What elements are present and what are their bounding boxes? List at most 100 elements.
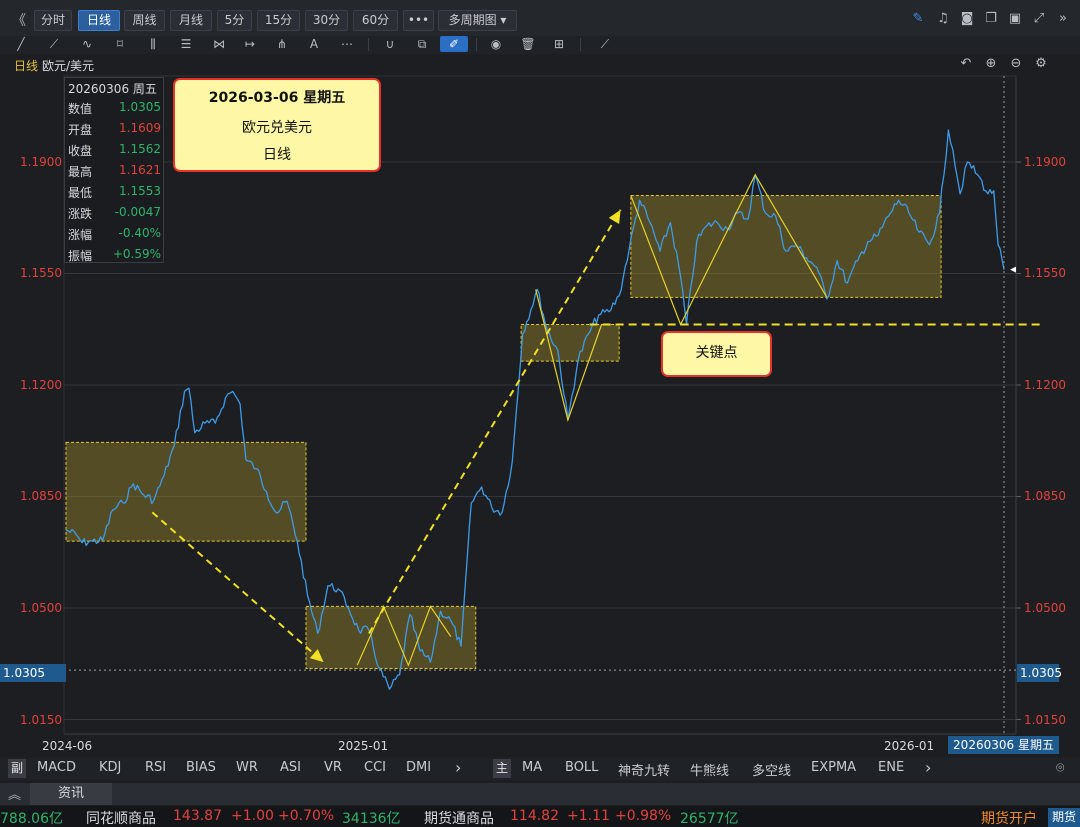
x-tick-label: 2025-01 [338,739,389,753]
indicator-tab-wr[interactable]: WR [236,760,258,775]
info-key: 涨跌 [68,207,93,221]
y-tick-label-right: 1.0850 [1024,489,1066,503]
chart-grid [63,75,1021,735]
indicator-tab-expma[interactable]: EXPMA [811,760,856,775]
info-row: 收盘 1.1562 [68,142,161,162]
info-value: -0.40% [118,226,161,240]
consolidation-box [65,441,307,542]
plot-area [63,75,1017,735]
indicator-tab-td9[interactable]: 神奇九转 [618,760,670,779]
quote-info-panel: 20260306 周五 数值 1.0305 开盘 1.1609 收盘 1.1562 最高 1.… [64,77,164,263]
chart-title: 日线 欧元/美元 [14,57,94,74]
y-tick-label-left: 1.0500 [20,601,62,615]
indicator-tab-bias[interactable]: BIAS [186,760,216,775]
more-main-indicators-icon[interactable]: › [925,758,931,777]
ticker-name[interactable]: 期货通商品 [424,808,494,827]
info-value: 1.1621 [119,163,161,177]
info-key: 涨幅 [68,228,93,242]
info-row: 涨幅 -0.40% [68,226,161,246]
expand-up-icon[interactable]: ︽ [8,784,21,803]
ticker-volume: 26577亿 [680,811,739,827]
consolidation-box [520,323,620,362]
news-bar: ︽ 资讯 [0,783,1080,805]
info-value: 1.0305 [119,100,161,114]
indicator-tab-dmi[interactable]: DMI [406,760,431,775]
ticker-change-pct: +0.70% [278,808,335,824]
ticker-change: +1.00 [231,808,274,824]
ticker-name[interactable]: 同花顺商品 [86,808,156,827]
info-row: 最低 1.1553 [68,184,161,204]
ticker-change: +1.11 [567,808,610,824]
info-value: 1.1562 [119,142,161,156]
y-tick-label-left: 1.0850 [20,489,62,503]
y-tick-label-left: 1.1550 [20,266,62,280]
info-row: 振幅 +0.59% [68,247,161,267]
x-tick-label: 2024-06 [42,739,93,753]
undo-icon[interactable]: ↶ [957,56,975,72]
more-sub-indicators-icon[interactable]: › [455,758,461,777]
y-tick-label-right: 1.0500 [1024,601,1066,615]
info-value: -0.0047 [114,205,161,219]
y-tick-label-right: 1.1200 [1024,378,1066,392]
callout-date-line: 2026-03-06 星期五 [208,90,346,106]
chart-period-label: 日线 [14,59,39,73]
indicator-tab-asi[interactable]: ASI [280,760,301,775]
indicator-tab-cci[interactable]: CCI [364,760,386,775]
y-tick-label-right: 1.1900 [1024,155,1066,169]
indicator-tab-macd[interactable]: MACD [37,760,76,775]
zoom-in-icon[interactable]: ⊕ [982,56,1000,72]
info-date: 20260306 周五 [68,82,157,96]
y-tick-label-right: 1.1550 [1024,266,1066,280]
info-key: 开盘 [68,123,93,137]
indicator-tab-boll[interactable]: BOLL [565,760,598,775]
info-value: 1.1609 [119,121,161,135]
ticker-volume: 34136亿 [342,811,401,827]
key-point-callout: 关键点 [661,331,772,377]
info-key: 最高 [68,165,93,179]
info-value: 1.1553 [119,184,161,198]
info-key: 最低 [68,186,93,200]
app-window: 《 分时 日线 周线 月线 5分 15分 30分 60分 ••• 多周期图 ▾ … [0,0,1080,827]
y-tick-label-left: 1.1200 [20,378,62,392]
market-ticker: 788.06亿 同花顺商品 143.87 +1.00 +0.70% 34136亿… [0,806,1080,827]
x-tick-label: 2026-01 [884,739,935,753]
y-tick-label-left: 1.0150 [20,713,62,727]
chart-symbol-label: 欧元/美元 [42,59,95,73]
cursor-price-tag-left: 1.0305 [0,664,66,682]
indicator-tab-long-short[interactable]: 多空线 [752,760,791,779]
indicator-tab-vr[interactable]: VR [324,760,342,775]
info-key: 数值 [68,102,93,116]
ticker-price: 143.87 [173,808,222,824]
info-key: 振幅 [68,249,93,263]
callout-period-line: 日线 [263,147,291,163]
ticker-volume-prev: 788.06亿 [0,811,63,827]
indicator-bar: 副 MACD KDJ RSI BIAS WR ASI VR CCI DMI › … [0,758,1080,780]
cursor-price-tag-right: 1.0305 [1017,664,1062,682]
indicator-tab-ma[interactable]: MA [522,760,542,775]
zoom-out-icon[interactable]: ⊖ [1007,56,1025,72]
ticker-change-pct: +0.98% [615,808,672,824]
y-tick-label-left: 1.1900 [20,155,62,169]
indicator-tab-rsi[interactable]: RSI [145,760,166,775]
futures-button[interactable]: 期货 [1048,808,1080,827]
open-account-link[interactable]: 期货开户 [981,808,1037,827]
indicator-tab-ene[interactable]: ENE [878,760,904,775]
consolidation-box [305,605,477,670]
info-key: 收盘 [68,144,93,158]
sub-indicator-head[interactable]: 副 [8,759,26,778]
info-row: 涨跌 -0.0047 [68,205,161,225]
ticker-price: 114.82 [510,808,559,824]
main-indicator-head[interactable]: 主 [493,759,511,778]
indicator-tab-kdj[interactable]: KDJ [99,760,121,775]
callout-symbol-line: 欧元兑美元 [242,120,312,136]
info-value: +0.59% [112,247,161,261]
news-tab[interactable]: 资讯 [30,783,112,805]
info-row: 数值 1.0305 [68,100,161,120]
info-row: 开盘 1.1609 [68,121,161,141]
location-pin-icon[interactable]: ⌾ [1056,760,1064,776]
info-row: 最高 1.1621 [68,163,161,183]
cursor-date-tag: 20260306 星期五 [948,736,1059,754]
consolidation-box [630,194,942,298]
indicator-tab-bull-bear[interactable]: 牛熊线 [690,760,729,779]
settings-icon[interactable]: ⚙ [1032,56,1050,72]
